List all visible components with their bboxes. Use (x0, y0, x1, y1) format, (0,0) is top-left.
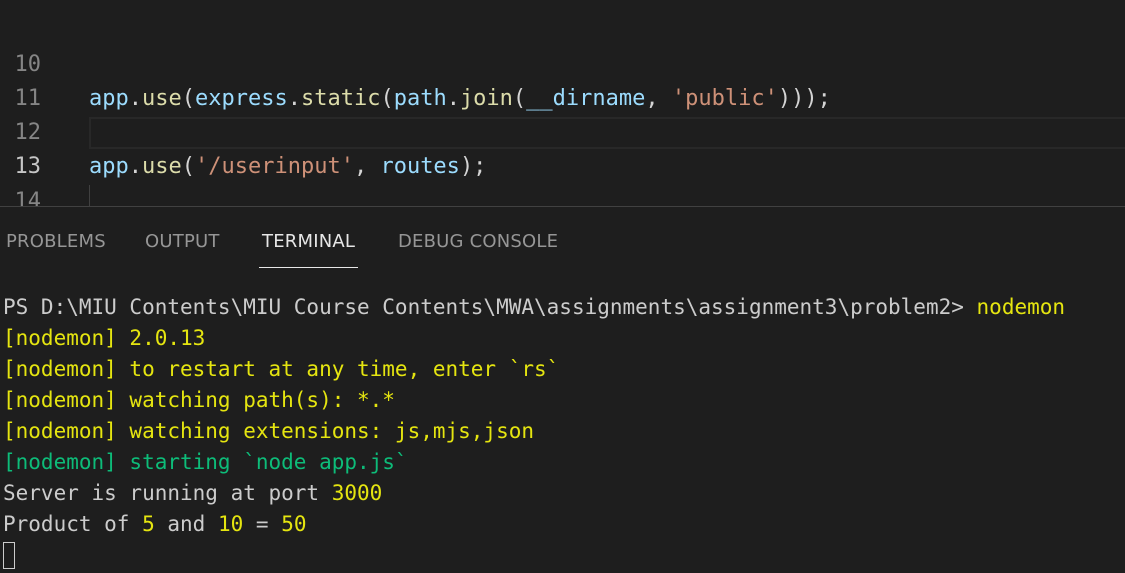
code-line-active[interactable]: 13 (0, 116, 1125, 179)
terminal-text: 5 (142, 512, 155, 536)
terminal-text: 10 (217, 512, 244, 536)
tab-output[interactable]: OUTPUT (145, 229, 220, 255)
terminal-text: = (243, 512, 282, 536)
terminal-text: and (154, 512, 218, 536)
terminal-text: [nodemon] 2.0.13 (3, 326, 206, 350)
terminal-line: Server is running at port 3000 (3, 478, 382, 509)
tab-debug-console[interactable]: DEBUG CONSOLE (398, 229, 558, 255)
code-line[interactable]: 12 app.use('/userinput', routes); (0, 82, 1125, 179)
terminal-text: [nodemon] watching path(s): *.* (3, 388, 395, 412)
code-line[interactable]: 15 console.log("Server is running at por… (0, 184, 1125, 206)
code-editor[interactable]: 10 app.use(express.static(path.join(__di… (0, 0, 1125, 206)
terminal-line: [nodemon] to restart at any time, enter … (3, 354, 559, 385)
panel-tabs: PROBLEMS OUTPUT TERMINAL DEBUG CONSOLE (0, 207, 1125, 269)
terminal-line: [nodemon] starting `node app.js` (3, 447, 408, 478)
terminal-text: PS D:\MIU Contents\MIU Course Contents\M… (3, 295, 977, 319)
terminal-text: 50 (281, 512, 307, 536)
code-line[interactable]: 11 (0, 48, 1125, 111)
terminal-text: [nodemon] starting `node app.js` (3, 450, 408, 474)
terminal-text: Product of (3, 512, 143, 536)
terminal-line: PS D:\MIU Contents\MIU Course Contents\M… (3, 292, 1065, 323)
terminal-text: [nodemon] to restart at any time, enter … (3, 357, 560, 381)
active-tab-indicator (259, 267, 358, 268)
terminal-text: nodemon (976, 295, 1066, 319)
terminal-text: [nodemon] watching extensions: js,mjs,js… (3, 419, 535, 443)
terminal-line: [nodemon] 2.0.13 (3, 323, 205, 354)
terminal-line: [nodemon] watching path(s): *.* (3, 385, 395, 416)
terminal-text: Server is running at port (3, 481, 332, 505)
code-line[interactable]: 10 app.use(express.static(path.join(__di… (0, 14, 1125, 111)
terminal-line: [nodemon] watching extensions: js,mjs,js… (3, 416, 534, 447)
bottom-panel: PROBLEMS OUTPUT TERMINAL DEBUG CONSOLE P… (0, 206, 1125, 573)
terminal-text: 3000 (331, 481, 383, 505)
tab-terminal[interactable]: TERMINAL (262, 229, 355, 255)
terminal-line: Product of 5 and 10 = 50 (3, 509, 306, 540)
code-line[interactable]: 14 const server = app.listen(app.get('po… (0, 151, 1125, 206)
tab-problems[interactable]: PROBLEMS (6, 229, 106, 255)
terminal-cursor (3, 542, 15, 569)
